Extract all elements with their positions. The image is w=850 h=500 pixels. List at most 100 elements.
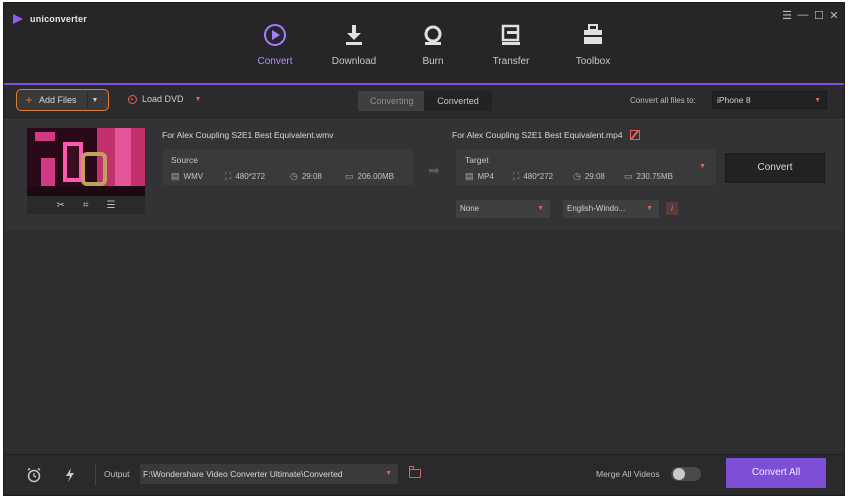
tab-toolbox[interactable]: Toolbox bbox=[556, 23, 630, 83]
lightning-icon[interactable] bbox=[62, 467, 78, 483]
load-dvd-chevron-down-icon[interactable]: ▼ bbox=[195, 96, 202, 103]
play-logo-icon bbox=[13, 14, 23, 24]
minimize-icon[interactable]: — bbox=[796, 8, 810, 22]
video-thumbnail[interactable] bbox=[27, 128, 145, 196]
chevron-down-icon: ▼ bbox=[814, 97, 821, 104]
clock-icon: ◷ bbox=[290, 171, 298, 181]
chevron-down-icon: ▼ bbox=[646, 205, 653, 212]
chevron-down-icon: ▼ bbox=[537, 205, 544, 212]
source-format-value: WMV bbox=[183, 172, 204, 181]
maximize-icon[interactable]: ☐ bbox=[812, 8, 826, 22]
target-duration: ◷ 29:08 bbox=[573, 171, 605, 182]
output-label: Output bbox=[104, 469, 130, 479]
audio-track-select[interactable]: English-Windo... ▼ bbox=[563, 200, 659, 218]
source-file-name: For Alex Coupling S2E1 Best Equivalent.w… bbox=[162, 130, 334, 140]
edit-icon[interactable] bbox=[629, 130, 640, 140]
add-files-divider bbox=[86, 92, 88, 108]
source-size-value: 206.00MB bbox=[357, 172, 394, 181]
chevron-down-icon: ▼ bbox=[385, 470, 392, 477]
convert-button[interactable]: Convert bbox=[725, 153, 825, 183]
download-icon bbox=[346, 25, 362, 45]
tab-converted[interactable]: Converted bbox=[424, 91, 492, 111]
info-icon[interactable]: i bbox=[666, 202, 678, 215]
target-format: ▤ MP4 bbox=[465, 171, 494, 182]
close-icon[interactable]: ✕ bbox=[827, 8, 841, 22]
plus-icon: + bbox=[25, 93, 33, 107]
bottom-bar: Output F:\Wondershare Video Converter Ul… bbox=[4, 454, 844, 495]
target-resolution: ⛶ 480*272 bbox=[513, 171, 553, 182]
dvd-icon bbox=[128, 94, 137, 104]
folder-icon: ▭ bbox=[624, 171, 633, 181]
convert-all-label: Convert all files to: bbox=[630, 96, 696, 105]
arrow-right-icon: ➡ bbox=[428, 162, 440, 178]
tab-download[interactable]: Download bbox=[317, 23, 391, 83]
convert-all-format-value: iPhone 8 bbox=[717, 95, 751, 105]
audio-track-value: English-Windo... bbox=[567, 204, 626, 213]
target-size: ▭ 230.75MB bbox=[624, 171, 673, 182]
source-info-box: Source ▤ WMV ⛶ 480*272 ◷ 29:08 ▭ 206.00MB bbox=[162, 149, 414, 185]
subtitle-select[interactable]: None ▼ bbox=[456, 200, 550, 218]
source-duration: ◷ 29:08 bbox=[290, 171, 322, 182]
source-duration-value: 29:08 bbox=[301, 172, 322, 181]
tab-transfer[interactable]: Transfer bbox=[474, 23, 548, 83]
add-files-button[interactable]: + Add Files ▼ bbox=[16, 89, 109, 111]
app-logo: uniconverter bbox=[12, 13, 87, 25]
load-dvd-button[interactable]: Load DVD ▼ bbox=[128, 94, 201, 104]
toolbar: + Add Files ▼ Load DVD ▼ Converting Conv… bbox=[4, 85, 844, 118]
status-segmented-control: Converting Converted bbox=[358, 91, 492, 111]
film-icon: ▤ bbox=[171, 171, 180, 181]
tab-transfer-label: Transfer bbox=[492, 56, 530, 67]
resolution-icon: ⛶ bbox=[225, 171, 232, 181]
subtitle-value: None bbox=[460, 204, 480, 213]
tab-download-label: Download bbox=[331, 56, 377, 67]
transfer-icon bbox=[501, 24, 520, 45]
add-files-chevron-down-icon[interactable]: ▼ bbox=[92, 97, 99, 104]
convert-all-format-select[interactable]: iPhone 8 ▼ bbox=[712, 91, 827, 109]
app-window: uniconverter ☰ — ☐ ✕ Convert Download Bu… bbox=[3, 2, 845, 496]
target-chevron-down-icon[interactable]: ▼ bbox=[699, 163, 706, 170]
tab-convert-label: Convert bbox=[257, 56, 293, 67]
burn-icon bbox=[424, 25, 442, 45]
target-duration-value: 29:08 bbox=[584, 172, 605, 181]
effects-icon[interactable]: ☰ bbox=[107, 200, 116, 211]
app-title: uniconverter bbox=[30, 14, 87, 24]
target-title: Target bbox=[465, 155, 489, 165]
resolution-icon: ⛶ bbox=[513, 171, 520, 181]
target-format-value: MP4 bbox=[477, 172, 494, 181]
alarm-clock-icon[interactable] bbox=[26, 467, 42, 483]
source-resolution: ⛶ 480*272 bbox=[225, 171, 265, 182]
menu-icon[interactable]: ☰ bbox=[780, 8, 794, 22]
merge-all-label: Merge All Videos bbox=[596, 469, 660, 479]
target-file-name-row: For Alex Coupling S2E1 Best Equivalent.m… bbox=[452, 130, 640, 140]
thumbnail-toolbar: ✂ ⌗ ☰ bbox=[27, 196, 145, 214]
title-bar: uniconverter ☰ — ☐ ✕ Convert Download Bu… bbox=[4, 3, 844, 85]
output-path-select[interactable]: F:\Wondershare Video Converter Ultimate\… bbox=[140, 464, 398, 484]
convert-icon bbox=[264, 24, 286, 46]
target-size-value: 230.75MB bbox=[636, 172, 673, 181]
thumbnail-image bbox=[27, 128, 145, 196]
film-icon: ▤ bbox=[465, 171, 474, 181]
source-title: Source bbox=[171, 155, 198, 165]
crop-icon[interactable]: ⌗ bbox=[83, 200, 89, 211]
tab-converting[interactable]: Converting bbox=[358, 91, 424, 111]
clock-icon: ◷ bbox=[573, 171, 581, 181]
tab-toolbox-label: Toolbox bbox=[575, 56, 611, 67]
toolbox-icon bbox=[584, 24, 602, 44]
target-file-name: For Alex Coupling S2E1 Best Equivalent.m… bbox=[452, 130, 623, 140]
bottom-divider bbox=[95, 464, 96, 486]
output-path-value: F:\Wondershare Video Converter Ultimate\… bbox=[143, 469, 343, 479]
folder-icon: ▭ bbox=[345, 171, 354, 181]
load-dvd-label: Load DVD bbox=[142, 94, 184, 104]
target-resolution-value: 480*272 bbox=[523, 172, 554, 181]
tab-burn-label: Burn bbox=[422, 56, 444, 67]
merge-toggle[interactable] bbox=[671, 467, 701, 481]
source-size: ▭ 206.00MB bbox=[345, 171, 394, 182]
tab-burn[interactable]: Burn bbox=[396, 23, 470, 83]
toggle-knob bbox=[673, 468, 685, 480]
scissors-icon[interactable]: ✂ bbox=[57, 200, 65, 211]
target-info-box[interactable]: Target ▤ MP4 ⛶ 480*272 ◷ 29:08 ▭ 230.75MB ▼ bbox=[456, 149, 716, 185]
convert-all-button[interactable]: Convert All bbox=[726, 458, 826, 488]
open-folder-icon[interactable] bbox=[409, 466, 421, 478]
source-format: ▤ WMV bbox=[171, 171, 203, 182]
tab-convert[interactable]: Convert bbox=[238, 23, 312, 83]
